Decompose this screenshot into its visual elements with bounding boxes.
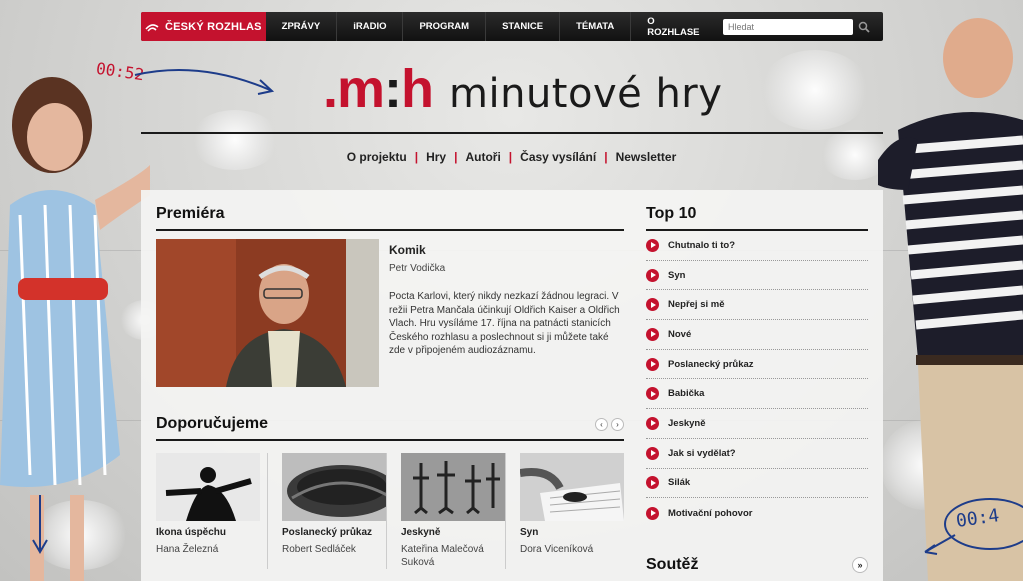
premiere-author: Petr Vodička <box>389 263 446 274</box>
card-author: Dora Viceníková <box>520 544 594 555</box>
brand-name: ČESKÝ ROZHLAS <box>164 20 262 33</box>
top-navigation-bar: ČESKÝ ROZHLAS ZPRÁVY iRADIO PROGRAM STAN… <box>141 12 883 41</box>
card-title: Syn <box>520 527 539 538</box>
play-icon <box>646 476 659 490</box>
top10-item[interactable]: Jak si vydělat? <box>646 439 868 469</box>
arrow-doodle-top <box>134 69 275 95</box>
play-icon <box>646 298 659 312</box>
premiere-description: Pocta Karlovi, který nikdy nezkazí žádno… <box>389 291 620 356</box>
premiere-section: Premiéra Komik Petr Vodička Pocta Karlov… <box>156 205 624 387</box>
arrow-doodle-bottom <box>32 495 48 554</box>
contest-more-button[interactable]: » <box>852 557 868 573</box>
recommended-card[interactable]: Ikona úspěchu Hana Železná <box>156 453 266 569</box>
play-icon <box>646 238 659 252</box>
nav-o-rozhlase[interactable]: O ROZHLASE <box>631 12 723 41</box>
content-panel: Premiéra Komik Petr Vodička Pocta Karlov… <box>141 190 883 581</box>
project-navigation: O projektu | Hry | Autoři | Časy vysílán… <box>346 150 677 164</box>
card-author: Kateřina Malečová Suková <box>401 544 484 568</box>
top10-item[interactable]: Silák <box>646 469 868 499</box>
card-image <box>401 453 505 521</box>
play-icon <box>646 387 659 401</box>
card-author: Hana Železná <box>156 544 219 555</box>
play-icon <box>646 357 659 371</box>
top10-heading: Top 10 <box>646 205 697 222</box>
top10-item[interactable]: Jeskyně <box>646 409 868 439</box>
card-image <box>156 453 260 521</box>
premiere-photo[interactable] <box>156 239 379 387</box>
carousel-prev-button[interactable]: ‹ <box>595 417 608 431</box>
search-input[interactable] <box>723 18 853 35</box>
search-button[interactable] <box>853 19 875 35</box>
header-divider <box>141 132 883 134</box>
contest-section: Soutěž » <box>646 556 868 574</box>
card-title: Jeskyně <box>401 527 441 538</box>
top10-section: Top 10 Chutnalo ti to? Syn Nepřej si mě … <box>646 205 868 528</box>
carousel-next-button[interactable]: › <box>611 417 624 431</box>
subnav-casy-vysilani[interactable]: Časy vysílání <box>520 150 596 164</box>
nav-stanice[interactable]: STANICE <box>486 12 561 41</box>
premiere-heading: Premiéra <box>156 205 225 222</box>
top10-item[interactable]: Nové <box>646 320 868 350</box>
top10-item[interactable]: Syn <box>646 261 868 291</box>
subnav-o-projektu[interactable]: O projektu <box>347 150 407 164</box>
nav-iradio[interactable]: iRADIO <box>337 12 404 41</box>
card-title: Ikona úspěchu <box>156 527 227 538</box>
nav-temata[interactable]: TÉMATA <box>560 12 632 41</box>
subnav-hry[interactable]: Hry <box>426 150 446 164</box>
circle-doodle <box>924 498 1023 555</box>
logo-text: minutové hry <box>449 71 723 117</box>
search-icon <box>858 21 870 33</box>
recommended-card[interactable]: Syn Dora Viceníková <box>505 453 624 569</box>
radio-waves-icon <box>145 23 159 32</box>
top10-item[interactable]: Nepřej si mě <box>646 290 868 321</box>
logo-mark: .m:h <box>323 59 434 119</box>
premiere-title[interactable]: Komik <box>389 243 624 257</box>
subnav-newsletter[interactable]: Newsletter <box>616 150 677 164</box>
play-icon <box>646 327 659 341</box>
brand-logo[interactable]: ČESKÝ ROZHLAS <box>141 12 266 41</box>
site-logo[interactable]: .m:h minutové hry <box>323 62 722 117</box>
play-icon <box>646 506 659 520</box>
recommended-card[interactable]: Poslanecký průkaz Robert Sedláček <box>267 453 386 569</box>
card-image <box>282 453 386 521</box>
recommended-section: Doporučujeme ‹ › Ikona úspěchu Hana Žele… <box>156 415 624 569</box>
top10-item[interactable]: Babička <box>646 379 868 410</box>
nav-program[interactable]: PROGRAM <box>403 12 487 41</box>
search-box <box>723 18 875 35</box>
card-image <box>520 453 624 521</box>
card-title: Poslanecký průkaz <box>282 527 373 538</box>
subnav-autori[interactable]: Autoři <box>465 150 500 164</box>
recommended-card[interactable]: Jeskyně Kateřina Malečová Suková <box>386 453 505 569</box>
card-author: Robert Sedláček <box>282 544 356 555</box>
recommended-heading: Doporučujeme <box>156 415 269 432</box>
top10-item[interactable]: Motivační pohovor <box>646 498 868 528</box>
play-icon <box>646 268 659 282</box>
nav-zpravy[interactable]: ZPRÁVY <box>266 12 338 41</box>
play-icon <box>646 416 659 430</box>
woman-photo <box>0 77 150 581</box>
play-icon <box>646 446 659 460</box>
contest-heading: Soutěž <box>646 556 699 573</box>
top10-item[interactable]: Poslanecký průkaz <box>646 350 868 380</box>
top10-item[interactable]: Chutnalo ti to? <box>646 231 868 261</box>
